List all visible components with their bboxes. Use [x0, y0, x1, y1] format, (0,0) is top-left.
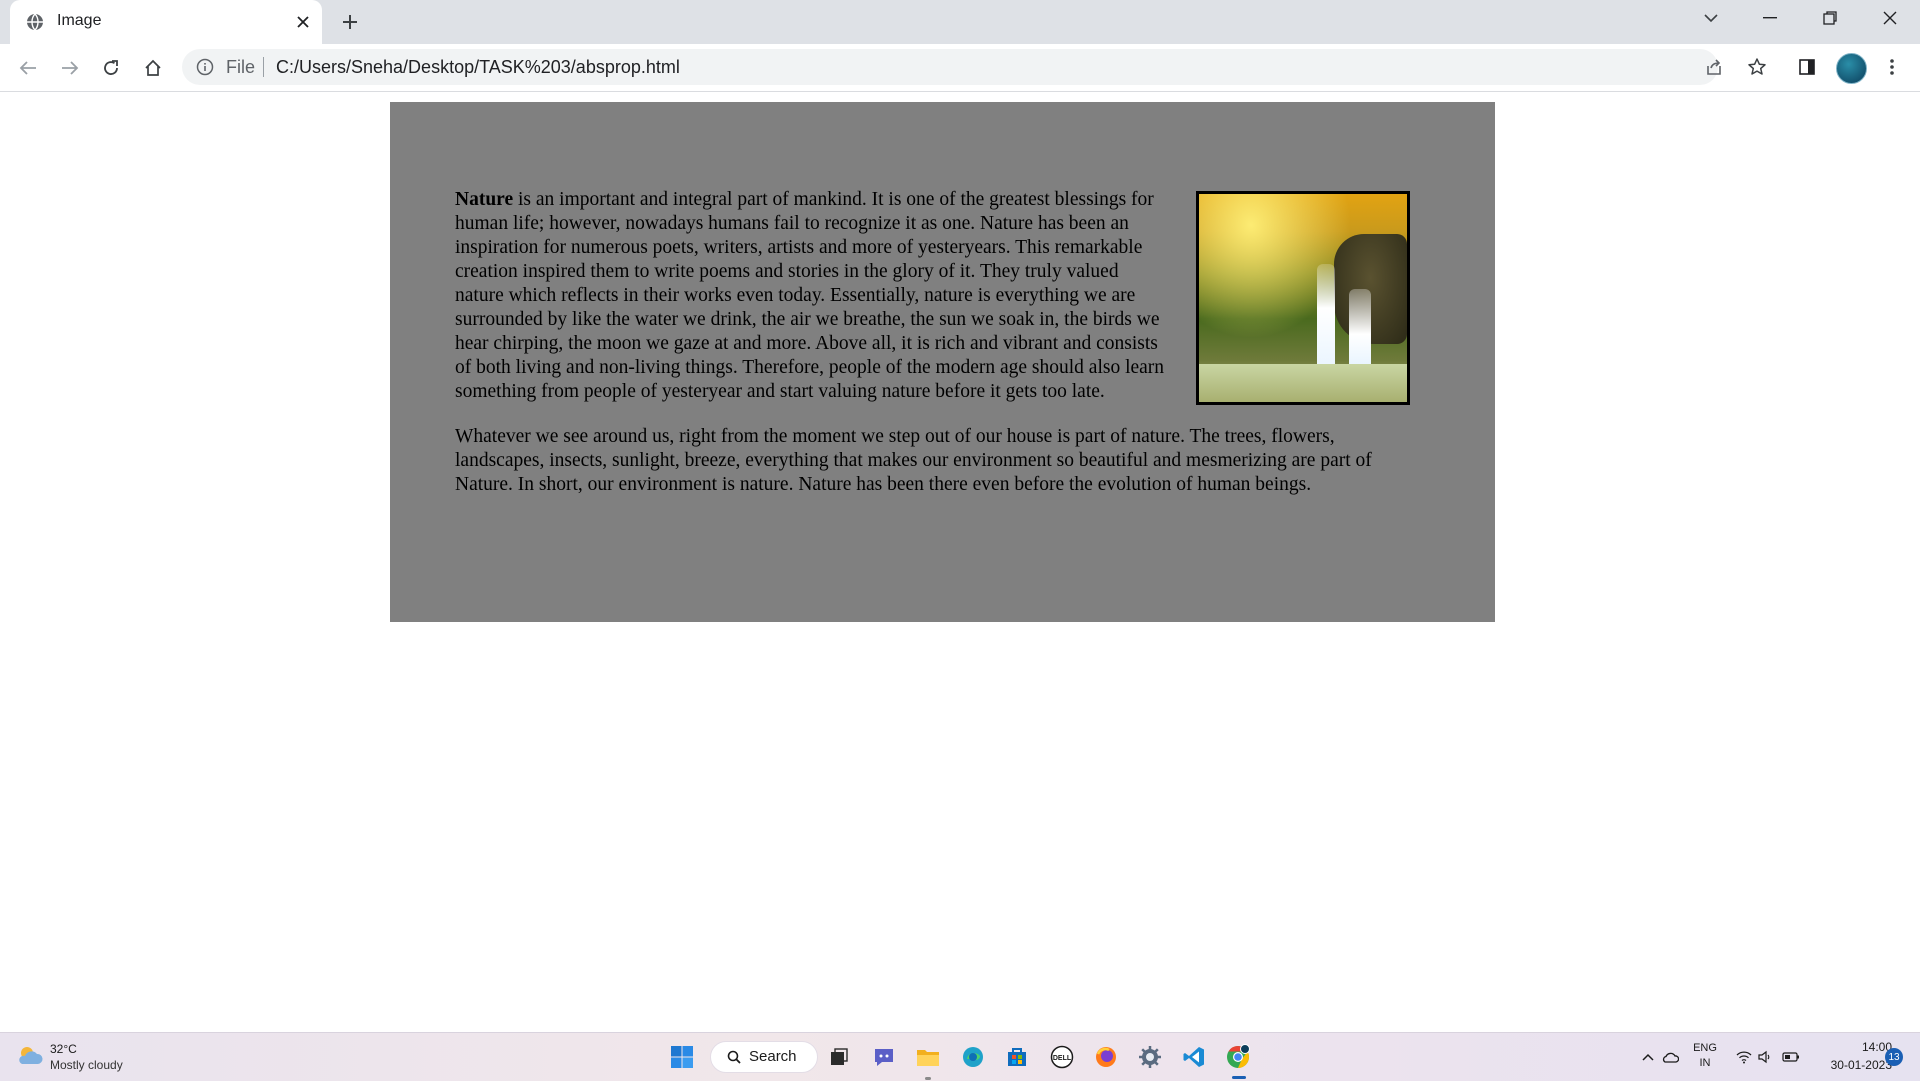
profile-avatar[interactable] [1836, 53, 1867, 84]
file-explorer-icon[interactable] [912, 1041, 944, 1073]
minimize-icon[interactable] [1740, 0, 1800, 36]
paragraph-text: is an important and integral part of man… [455, 189, 1165, 402]
site-info-icon[interactable] [196, 58, 214, 76]
bookmark-star-icon[interactable] [1745, 55, 1769, 79]
address-separator [263, 57, 264, 77]
forward-arrow-icon[interactable] [55, 53, 85, 83]
url-text[interactable]: C:/Users/Sneha/Desktop/TASK%203/absprop.… [276, 57, 680, 78]
settings-gear-icon[interactable] [1134, 1041, 1166, 1073]
bold-lead-word: Nature [455, 189, 514, 210]
chrome-icon[interactable] [1222, 1041, 1254, 1073]
paragraph-environment: Whatever we see around us, right from th… [455, 426, 1372, 495]
search-icon [727, 1050, 741, 1064]
waterfall-stream [1317, 264, 1335, 374]
dell-icon[interactable]: DELL [1046, 1041, 1078, 1073]
reload-icon[interactable] [96, 53, 126, 83]
weather-temperature[interactable]: 32°C [50, 1042, 77, 1056]
microsoft-store-icon[interactable] [1001, 1041, 1033, 1073]
tab-title: Image [57, 12, 102, 29]
battery-icon[interactable] [1775, 1041, 1807, 1073]
svg-text:DELL: DELL [1053, 1055, 1072, 1062]
weather-condition[interactable]: Mostly cloudy [50, 1058, 123, 1072]
edge-browser-icon[interactable] [957, 1041, 989, 1073]
share-icon[interactable] [1702, 55, 1726, 79]
tab-search-chevron-down-icon[interactable] [1681, 0, 1741, 36]
home-icon[interactable] [138, 53, 168, 83]
water-pool [1199, 364, 1407, 402]
close-tab-icon[interactable] [293, 12, 313, 32]
back-arrow-icon[interactable] [13, 53, 43, 83]
vscode-icon[interactable] [1178, 1041, 1210, 1073]
clock-time[interactable]: 14:00 [1826, 1040, 1892, 1054]
globe-icon [27, 13, 43, 31]
onedrive-cloud-icon[interactable] [1654, 1041, 1686, 1073]
content-box: Nature is an important and integral part… [390, 102, 1495, 622]
firefox-icon[interactable] [1090, 1041, 1122, 1073]
more-menu-icon[interactable] [1880, 55, 1904, 79]
language-code[interactable]: ENG [1690, 1042, 1720, 1054]
weather-cloud-sun-icon[interactable] [16, 1044, 44, 1068]
notification-badge[interactable]: 13 [1885, 1048, 1903, 1066]
side-panel-icon[interactable] [1795, 55, 1819, 79]
taskbar-search[interactable]: Search [710, 1041, 818, 1073]
close-window-icon[interactable] [1860, 0, 1920, 36]
search-label: Search [749, 1048, 797, 1065]
restore-icon[interactable] [1800, 0, 1860, 36]
clock-date[interactable]: 30-01-2023 [1812, 1058, 1892, 1072]
browser-tab-strip: Image [0, 0, 1920, 44]
task-view-icon[interactable] [823, 1041, 855, 1073]
taskbar: 32°C Mostly cloudy Search DELL ENG IN 14… [0, 1032, 1920, 1081]
scheme-label: File [226, 57, 256, 77]
browser-tab[interactable]: Image [10, 0, 322, 44]
browser-toolbar: File C:/Users/Sneha/Desktop/TASK%203/abs… [0, 44, 1920, 92]
waterfall-image [1196, 191, 1410, 405]
article: Nature is an important and integral part… [455, 188, 1410, 518]
teams-chat-icon[interactable] [868, 1041, 900, 1073]
language-region[interactable]: IN [1690, 1057, 1720, 1069]
active-app-indicator [1232, 1076, 1246, 1079]
windows-start-icon[interactable] [666, 1041, 698, 1073]
new-tab-plus-icon[interactable] [338, 10, 362, 34]
address-bar[interactable]: File C:/Users/Sneha/Desktop/TASK%203/abs… [182, 49, 1721, 85]
